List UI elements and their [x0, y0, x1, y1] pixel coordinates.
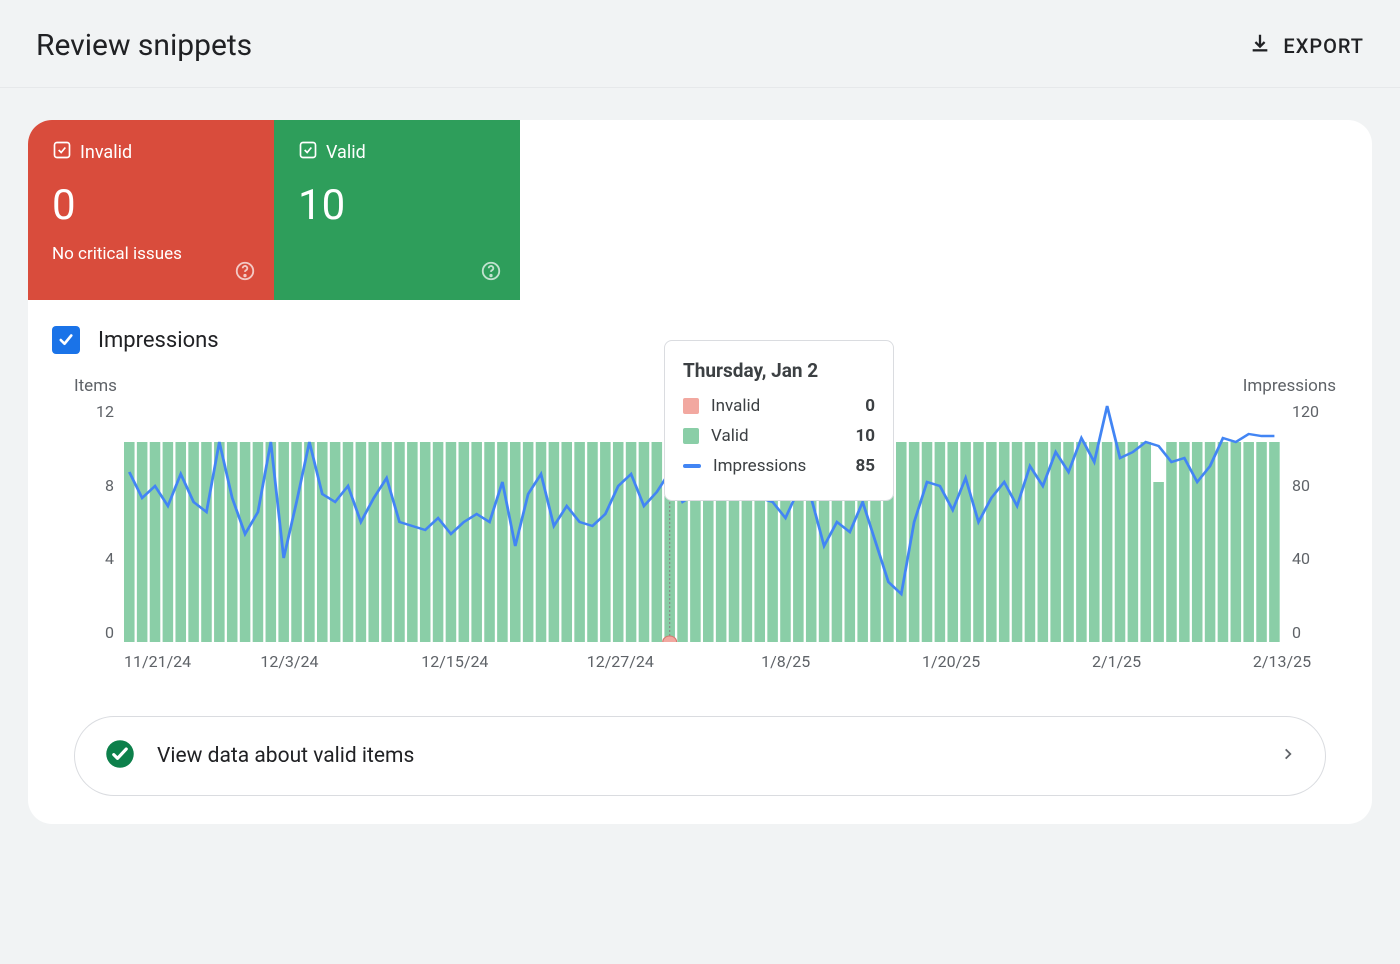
- export-button[interactable]: EXPORT: [1249, 32, 1364, 59]
- x-tick: 12/3/24: [260, 652, 318, 671]
- report-card: Invalid 0 No critical issues Valid 10: [28, 120, 1372, 824]
- tile-invalid-label: Invalid: [80, 142, 132, 163]
- swatch-invalid: [683, 398, 699, 414]
- chevron-right-icon: [1281, 743, 1295, 769]
- tooltip-row-valid: Valid 10: [683, 426, 875, 446]
- x-tick: 1/8/25: [761, 652, 810, 671]
- impressions-label: Impressions: [98, 328, 219, 353]
- chart-tooltip: Thursday, Jan 2 Invalid 0 Valid 10 Impre…: [664, 340, 894, 501]
- view-valid-items-text: View data about valid items: [157, 744, 414, 768]
- checkbox-checked-icon: [52, 140, 72, 165]
- tile-valid-count: 10: [298, 181, 496, 230]
- x-tick: 12/27/24: [587, 652, 654, 671]
- page-title: Review snippets: [36, 28, 252, 63]
- view-valid-items-link[interactable]: View data about valid items: [74, 716, 1326, 796]
- tile-invalid-note: No critical issues: [52, 244, 250, 264]
- checkbox-checked-icon: [298, 140, 318, 165]
- x-tick: 1/20/25: [922, 652, 980, 671]
- y-ticks-left: 128 40: [74, 402, 114, 642]
- y-axis-right-label: Impressions: [1243, 376, 1336, 396]
- tooltip-row-invalid: Invalid 0: [683, 396, 875, 416]
- swatch-impressions: [683, 464, 701, 468]
- help-icon[interactable]: [480, 260, 502, 286]
- tile-invalid-count: 0: [52, 181, 250, 230]
- export-label: EXPORT: [1283, 34, 1364, 58]
- download-icon: [1249, 32, 1271, 59]
- y-ticks-right: 12080 400: [1292, 402, 1337, 642]
- tile-valid-label: Valid: [326, 142, 366, 163]
- x-tick: 12/15/24: [421, 652, 488, 671]
- x-tick: 2/13/25: [1253, 652, 1311, 671]
- swatch-valid: [683, 428, 699, 444]
- check-circle-icon: [105, 739, 135, 773]
- tile-valid[interactable]: Valid 10: [274, 120, 520, 300]
- x-tick: 11/21/24: [124, 652, 191, 671]
- tooltip-row-impressions: Impressions 85: [683, 456, 875, 476]
- impressions-checkbox[interactable]: [52, 326, 80, 354]
- x-ticks: 11/21/24 12/3/24 12/15/24 12/27/24 1/8/25 1/2…: [124, 652, 1282, 674]
- tile-invalid[interactable]: Invalid 0 No critical issues: [28, 120, 274, 300]
- help-icon[interactable]: [234, 260, 256, 286]
- x-tick: 2/1/25: [1092, 652, 1141, 671]
- tooltip-title: Thursday, Jan 2: [683, 359, 875, 382]
